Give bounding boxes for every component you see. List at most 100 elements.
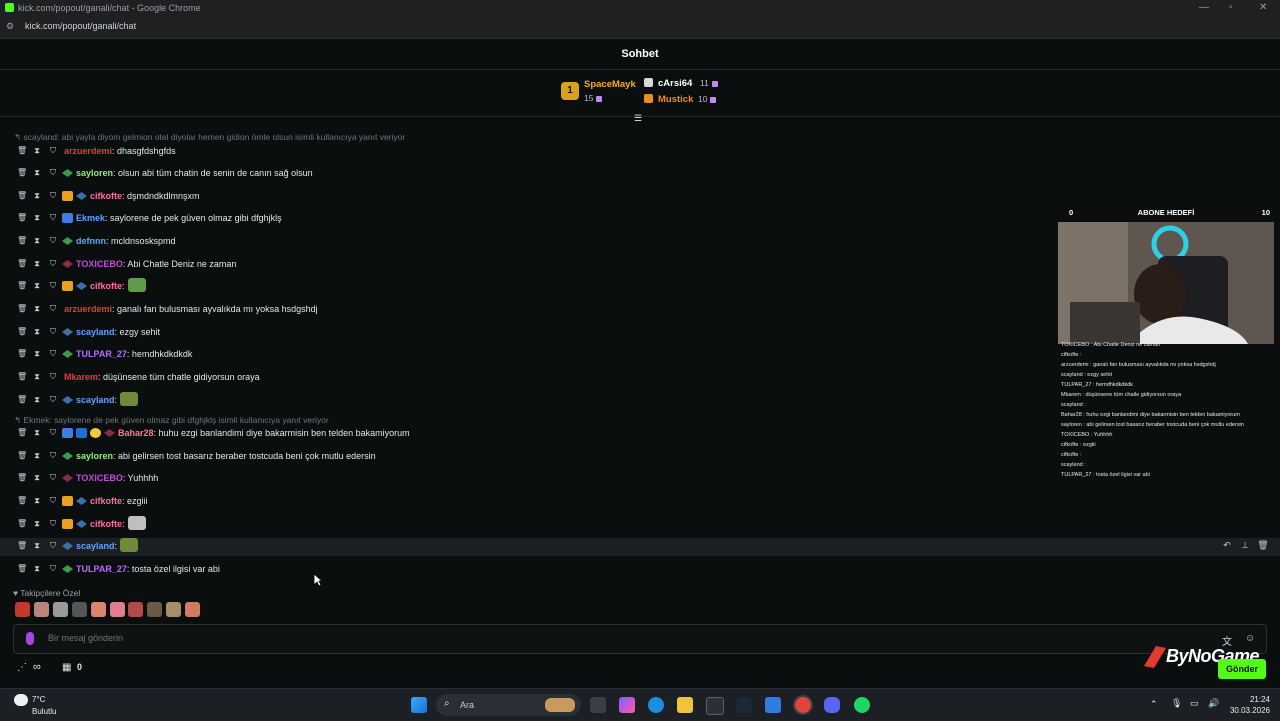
chat-message[interactable]: 🗑 ⧗ ⛉ arzuerdemi: dhasgfdshgfds bbox=[0, 143, 1280, 161]
emote-quick-3[interactable] bbox=[53, 602, 68, 617]
emote-quick-10[interactable] bbox=[185, 602, 200, 617]
leaderboard-name-1[interactable]: SpaceMayk bbox=[584, 79, 636, 90]
emote-quick-5[interactable] bbox=[91, 602, 106, 617]
emote-quick-8[interactable] bbox=[147, 602, 162, 617]
taskbar-search[interactable]: ⌕ Ara bbox=[436, 694, 581, 716]
ban-shield-icon[interactable]: ⛉ bbox=[49, 281, 57, 290]
message-username[interactable]: arzuerdemi bbox=[64, 146, 112, 156]
delete-message-icon[interactable]: 🗑 bbox=[17, 327, 27, 336]
microphone-icon[interactable] bbox=[26, 632, 34, 645]
delete-message-icon[interactable]: 🗑 bbox=[17, 395, 27, 404]
chat-input-box[interactable]: 文 ☺ bbox=[13, 624, 1267, 654]
windows-start-icon[interactable] bbox=[411, 697, 427, 713]
ban-shield-icon[interactable]: ⛉ bbox=[49, 304, 57, 313]
delete-message-icon[interactable]: 🗑 bbox=[17, 191, 27, 200]
delete-message-icon[interactable]: 🗑 bbox=[17, 564, 27, 573]
system-clock[interactable]: 21:24 30.03.2026 bbox=[1230, 694, 1270, 716]
delete-message-icon[interactable]: 🗑 bbox=[17, 473, 27, 482]
message-username[interactable]: defnnn bbox=[76, 236, 106, 246]
message-username[interactable]: Bahar28 bbox=[118, 428, 154, 438]
timeout-icon[interactable]: ⧗ bbox=[33, 395, 41, 404]
task-view-icon[interactable] bbox=[590, 697, 606, 713]
message-username[interactable]: arzuerdemi bbox=[64, 304, 112, 314]
emote-quick-7[interactable] bbox=[128, 602, 143, 617]
site-settings-icon[interactable]: ⚙ bbox=[6, 21, 16, 31]
delete-message-icon[interactable]: 🗑 bbox=[17, 304, 27, 313]
ban-shield-icon[interactable]: ⛉ bbox=[49, 213, 57, 222]
timeout-icon[interactable]: ⧗ bbox=[33, 259, 41, 268]
ban-shield-icon[interactable]: ⛉ bbox=[49, 259, 57, 268]
delete-message-icon[interactable]: 🗑 bbox=[17, 236, 27, 245]
delete-icon[interactable]: 🗑 bbox=[1254, 540, 1272, 551]
ban-shield-icon[interactable]: ⛉ bbox=[49, 496, 57, 505]
message-username[interactable]: scayland bbox=[76, 395, 115, 405]
store-icon[interactable]: ▦ bbox=[62, 662, 71, 673]
emote-quick-2[interactable] bbox=[34, 602, 49, 617]
ban-shield-icon[interactable]: ⛉ bbox=[49, 451, 57, 460]
timeout-icon[interactable]: ⧗ bbox=[33, 281, 41, 290]
delete-message-icon[interactable]: 🗑 bbox=[17, 541, 27, 550]
restore-icon[interactable]: ▫ bbox=[1229, 2, 1233, 13]
delete-message-icon[interactable]: 🗑 bbox=[17, 451, 27, 460]
minimize-icon[interactable]: — bbox=[1199, 2, 1209, 13]
ban-shield-icon[interactable]: ⛉ bbox=[49, 564, 57, 573]
message-username[interactable]: cifkofte bbox=[90, 496, 122, 506]
timeout-icon[interactable]: ⧗ bbox=[33, 327, 41, 336]
timeout-icon[interactable]: ⧗ bbox=[33, 236, 41, 245]
chat-message[interactable]: 🗑 ⧗ ⛉ cifkofte: dşmdndkdlmnşxm bbox=[0, 188, 1280, 206]
file-explorer-icon[interactable] bbox=[677, 697, 693, 713]
microphone-tray-icon[interactable]: 🎙 bbox=[1171, 698, 1182, 709]
chrome-icon[interactable] bbox=[795, 697, 811, 713]
ban-shield-icon[interactable]: ⛉ bbox=[49, 191, 57, 200]
address-bar[interactable]: ⚙ kick.com/popout/ganali/chat bbox=[0, 16, 1280, 39]
tray-chevron-icon[interactable]: ⌃ bbox=[1150, 699, 1158, 710]
ban-shield-icon[interactable]: ⛉ bbox=[49, 327, 57, 336]
message-username[interactable]: cifkofte bbox=[90, 191, 122, 201]
leaderboard-name-3[interactable]: Mustick bbox=[658, 94, 693, 105]
chat-message[interactable]: 🗑 ⧗ ⛉ scayland: ↶ ⊥ 🗑 bbox=[0, 538, 1280, 556]
emote-quick-1[interactable] bbox=[15, 602, 30, 617]
delete-message-icon[interactable]: 🗑 bbox=[17, 349, 27, 358]
timeout-icon[interactable]: ⧗ bbox=[33, 213, 41, 222]
ban-shield-icon[interactable]: ⛉ bbox=[49, 473, 57, 482]
url-text[interactable]: kick.com/popout/ganali/chat bbox=[25, 21, 136, 31]
message-username[interactable]: TULPAR_27 bbox=[76, 349, 127, 359]
emote-quick-9[interactable] bbox=[166, 602, 181, 617]
ban-shield-icon[interactable]: ⛉ bbox=[49, 428, 57, 437]
discord-icon[interactable] bbox=[824, 697, 840, 713]
delete-message-icon[interactable]: 🗑 bbox=[17, 496, 27, 505]
ban-shield-icon[interactable]: ⛉ bbox=[49, 519, 57, 528]
close-icon[interactable]: ✕ bbox=[1259, 2, 1267, 13]
delete-message-icon[interactable]: 🗑 bbox=[17, 428, 27, 437]
message-username[interactable]: TOXICEBO bbox=[76, 473, 123, 483]
ban-shield-icon[interactable]: ⛉ bbox=[49, 349, 57, 358]
timeout-icon[interactable]: ⧗ bbox=[33, 496, 41, 505]
mail-icon[interactable] bbox=[765, 697, 781, 713]
collapse-leaderboard-icon[interactable]: ☰ bbox=[634, 113, 646, 123]
timeout-icon[interactable]: ⧗ bbox=[33, 304, 41, 313]
message-username[interactable]: TOXICEBO bbox=[76, 259, 123, 269]
timeout-icon[interactable]: ⧗ bbox=[33, 146, 41, 155]
timeout-icon[interactable]: ⧗ bbox=[33, 473, 41, 482]
delete-message-icon[interactable]: 🗑 bbox=[17, 213, 27, 222]
store-app-icon[interactable] bbox=[706, 697, 724, 715]
delete-message-icon[interactable]: 🗑 bbox=[17, 146, 27, 155]
steam-icon[interactable] bbox=[736, 697, 752, 713]
emote-quick-6[interactable] bbox=[110, 602, 125, 617]
delete-message-icon[interactable]: 🗑 bbox=[17, 281, 27, 290]
timeout-icon[interactable]: ⧗ bbox=[33, 349, 41, 358]
send-button[interactable]: Gönder bbox=[1218, 659, 1266, 679]
timeout-icon[interactable]: ⧗ bbox=[33, 519, 41, 528]
emote-quick-4[interactable] bbox=[72, 602, 87, 617]
pin-icon[interactable]: ⊥ bbox=[1236, 540, 1254, 551]
share-icon[interactable]: ⋰ bbox=[17, 662, 27, 673]
message-username[interactable]: Mkarem bbox=[64, 372, 98, 382]
timeout-icon[interactable]: ⧗ bbox=[33, 168, 41, 177]
ban-shield-icon[interactable]: ⛉ bbox=[49, 146, 57, 155]
network-icon[interactable]: ▭ bbox=[1190, 698, 1199, 709]
message-username[interactable]: cifkofte bbox=[90, 281, 122, 291]
message-username[interactable]: scayland bbox=[76, 541, 115, 551]
weather-widget[interactable]: 7°C Bulutlu bbox=[14, 694, 56, 717]
message-username[interactable]: cifkofte bbox=[90, 519, 122, 529]
timeout-icon[interactable]: ⧗ bbox=[33, 191, 41, 200]
